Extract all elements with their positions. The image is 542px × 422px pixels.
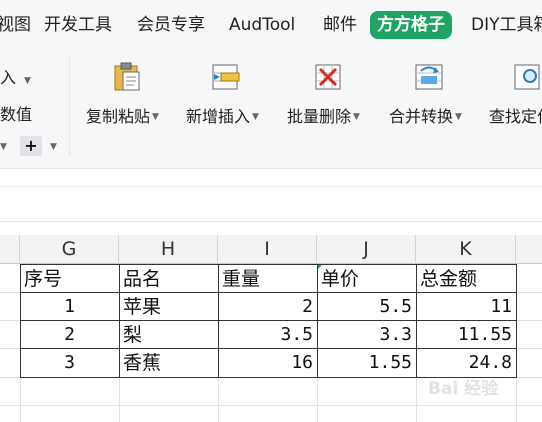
table-border [20,348,517,349]
ribbon-separator [69,56,70,156]
table-border [20,320,517,321]
merge-convert-icon [415,64,443,90]
cell-g-header[interactable]: 序号 [20,265,119,293]
cell-h-row3[interactable]: 香蕉 [119,349,218,377]
table-border [20,292,517,293]
tab-fangfang-gezi[interactable]: 方方格子 [370,11,452,39]
table-border [516,264,517,378]
cell-i-header[interactable]: 重量 [218,265,317,293]
cell-i-row3[interactable]: 16 [218,349,317,377]
cell-k-row1[interactable]: 11 [416,293,516,321]
column-header-h[interactable]: H [119,235,218,264]
table-border [119,264,120,378]
cell-j-row1[interactable]: 5.5 [317,293,416,321]
cell-g-row3[interactable]: 3 [20,349,119,377]
tab-diy-toolbox[interactable]: DIY工具箱 [471,12,542,38]
dropdown-caret-icon: ▼ [252,112,259,122]
find-locate-label: 查找定位 [489,107,542,126]
column-header-g[interactable]: G [20,235,119,264]
table-border [20,264,21,378]
batch-delete-label: 批量删除 [287,107,352,126]
cell-g-row1[interactable]: 1 [20,293,119,321]
tab-audtool[interactable]: AudTool [229,12,295,38]
tab-member[interactable]: 会员专享 [137,12,205,38]
cell-j-header[interactable]: 单价 [317,265,416,293]
ribbon-divider [0,168,542,169]
menu-bar: 视图 开发工具 会员专享 AudTool 邮件 方方格子 DIY工具箱 [0,0,542,50]
column-header-i[interactable]: I [218,235,317,264]
tab-mail[interactable]: 邮件 [323,12,357,38]
cell-i-row2[interactable]: 3.5 [218,321,317,349]
dropdown-caret-icon: ▼ [152,112,159,122]
dropdown-caret-icon: ▼ [353,112,360,122]
cell-k-row3[interactable]: 24.8 [416,349,516,377]
cell-j-row2[interactable]: 3.3 [317,321,416,349]
add-dropdown-caret-icon[interactable]: ▼ [50,142,57,152]
formula-bar-divider [0,186,542,187]
cell-h-header[interactable]: 品名 [119,265,218,293]
table-border [317,264,318,378]
find-locate-icon [514,64,540,90]
column-header-next[interactable] [516,235,542,264]
gridline [0,405,542,406]
cell-h-row2[interactable]: 梨 [119,321,218,349]
column-header-prev[interactable] [0,235,20,264]
add-button[interactable]: + [20,136,42,156]
ribbon-left-item-value[interactable]: 数值 [0,101,32,125]
insert-row-icon [212,64,240,90]
ribbon-left-item-top[interactable]: 入 ▼ [0,64,31,88]
delete-grid-icon [315,64,341,90]
cell-k-row2[interactable]: 11.55 [416,321,516,349]
watermark: Bai 经验 [428,379,499,399]
sheet-top-divider [0,221,542,222]
table-border [20,264,517,265]
dropdown-caret-icon: ▼ [24,76,31,86]
tab-view[interactable]: 视图 [0,12,31,38]
dropdown-caret-icon[interactable]: ▼ [0,142,7,152]
cell-k-header[interactable]: 总金额 [416,265,516,293]
copy-paste-label: 复制粘贴 [86,107,151,126]
column-header-j[interactable]: J [317,235,416,264]
column-header-k[interactable]: K [416,235,516,264]
tab-developer-tools[interactable]: 开发工具 [44,12,112,38]
cell-j-row3[interactable]: 1.55 [317,349,416,377]
table-border [218,264,219,378]
cell-g-row2[interactable]: 2 [20,321,119,349]
table-border [416,264,417,378]
dropdown-caret-icon: ▼ [455,112,462,122]
add-insert-label: 新增插入 [186,107,251,126]
merge-convert-label: 合并转换 [389,107,454,126]
cell-i-row1[interactable]: 2 [218,293,317,321]
clipboard-icon [114,62,140,91]
cell-h-row1[interactable]: 苹果 [119,293,218,321]
